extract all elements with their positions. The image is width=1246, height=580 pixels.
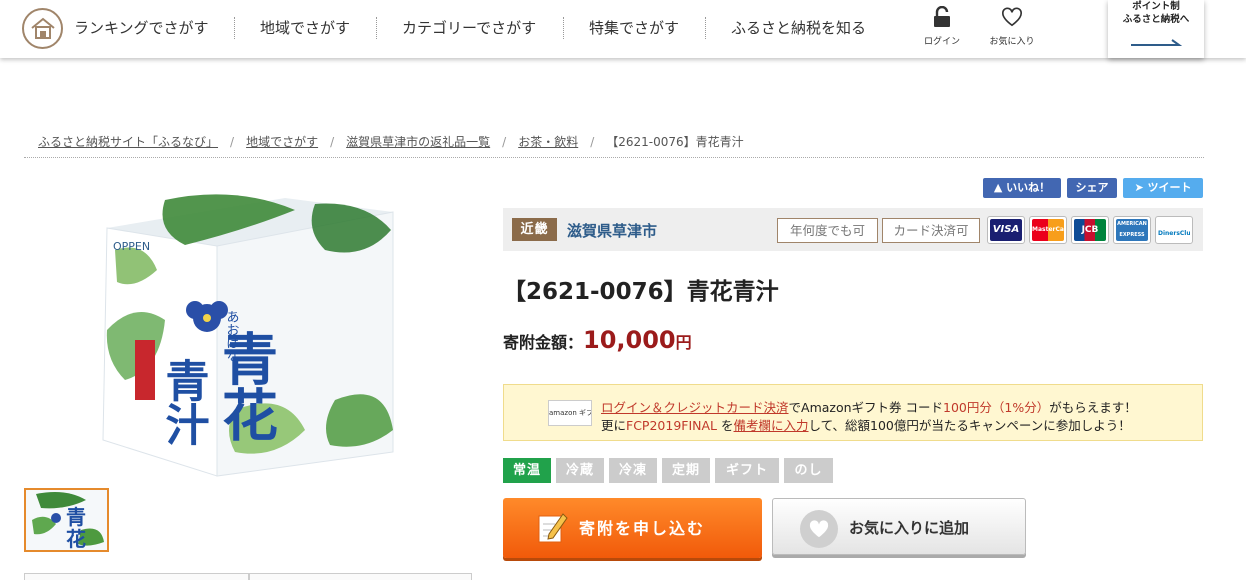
point-line1: ポイント制 [1132, 1, 1180, 12]
region-badge: 近畿 [512, 218, 557, 241]
campaign-text: でAmazonギフト券 コード [788, 400, 944, 415]
nav-category[interactable]: カテゴリーでさがす [402, 0, 536, 58]
login-credit-link[interactable]: ログイン＆クレジットカード決済 [601, 400, 789, 415]
campaign-text: 更に [601, 418, 627, 433]
breadcrumb: ふるさと納税サイト「ふるなび」 / 地域でさがす / 滋賀県草津市の返礼品一覧 / お茶・飲… [24, 132, 1204, 158]
tag-multiple-donation: 年何度でも可 [777, 218, 878, 243]
tag-frozen: 冷凍 [609, 458, 657, 483]
image-brand-text: OPPEN [113, 240, 150, 253]
nav-feature[interactable]: 特集でさがす [589, 0, 679, 58]
remarks-field-link[interactable]: 備考欄に入力 [734, 418, 809, 433]
campaign-text: を [717, 418, 734, 433]
price-unit: 円 [675, 333, 692, 352]
tab-stub-right[interactable] [249, 573, 472, 580]
breadcrumb-link-category[interactable]: お茶・飲料 [518, 135, 578, 149]
product-main-image[interactable]: OPPEN 青花 青汁 あおばな [95, 190, 395, 480]
house-icon [30, 17, 55, 39]
twitter-bird-icon: ➤ [1134, 181, 1144, 194]
login-label: ログイン [923, 37, 960, 47]
diners-club-icon: DinersClub [1155, 216, 1193, 244]
lock-icon [934, 5, 950, 27]
favorite-circle-icon [800, 510, 838, 548]
image-title-text-2: 青汁 [158, 358, 210, 446]
favorites-label: お気に入り [989, 37, 1035, 47]
tag-gift: ギフト [715, 458, 779, 483]
campaign-text: して、総額100億円が当たるキャンペーンに参加しよう！ [808, 418, 1131, 433]
add-favorite-label: お気に入りに追加 [849, 519, 970, 537]
point-line2: ふるさと納税へ [1122, 14, 1190, 25]
pencil-paper-icon [538, 513, 568, 543]
campaign-line-1: ログイン＆クレジットカード決済でAmazonギフト券 コード100円分（1%分）… [601, 397, 1137, 416]
jcb-card-icon: JCB [1071, 216, 1109, 244]
nav-ranking[interactable]: ランキングでさがす [74, 0, 209, 58]
campaign-text: がもらえます！ [1049, 400, 1137, 415]
product-thumbnail[interactable]: 青 花 [24, 488, 109, 552]
point-system-button[interactable]: ポイント制 ふるさと納税へ [1108, 0, 1204, 58]
nav-divider [376, 17, 377, 39]
municipality-link[interactable]: 滋賀県草津市 [567, 220, 657, 241]
breadcrumb-link-municipality[interactable]: 滋賀県草津市の返礼品一覧 [346, 135, 490, 149]
breadcrumb-sep: / [330, 135, 335, 149]
tag-chilled: 冷蔵 [556, 458, 604, 483]
svg-text:青: 青 [66, 505, 86, 529]
donate-apply-label: 寄附を申し込む [579, 519, 706, 538]
breadcrumb-sep: / [590, 135, 595, 149]
amazon-gift-logo: amazon ギフト券 [548, 400, 592, 426]
facebook-share-button[interactable]: シェア [1067, 178, 1117, 198]
mastercard-icon: MasterCard [1029, 216, 1067, 244]
price-value: 10,000 [583, 326, 676, 354]
campaign-code: FCP2019FINAL [626, 418, 718, 433]
donate-apply-button[interactable]: 寄附を申し込む [503, 498, 762, 558]
tweet-label: ツイート [1147, 181, 1192, 194]
tag-noshi: のし [784, 458, 833, 483]
thumbs-up-icon: ▲ [993, 181, 1003, 194]
add-favorite-button[interactable]: お気に入りに追加 [772, 498, 1026, 555]
login-link[interactable]: ログイン [907, 5, 977, 47]
price-label: 寄附金額： [503, 333, 584, 352]
nav-divider [563, 17, 564, 39]
tag-subscription: 定期 [662, 458, 710, 483]
share-label: シェア [1075, 181, 1109, 194]
breadcrumb-link-home[interactable]: ふるさと納税サイト「ふるなび」 [38, 135, 218, 149]
campaign-line-2: 更にFCP2019FINAL を備考欄に入力して、総額100億円が当たるキャンペ… [601, 415, 1131, 434]
site-header: ランキングでさがす 地域でさがす カテゴリーでさがす 特集でさがす ふるさと納税… [0, 0, 1246, 58]
breadcrumb-current: 【2621-0076】青花青汁 [606, 135, 744, 149]
arrow-right-icon [1131, 39, 1182, 46]
breadcrumb-sep: / [230, 135, 235, 149]
campaign-highlight: 100円分（1%分） [943, 400, 1050, 415]
tab-stub-left[interactable] [24, 573, 249, 580]
facebook-like-button[interactable]: ▲ いいね！ [983, 178, 1061, 198]
breadcrumb-sep: / [502, 135, 507, 149]
amex-card-icon: AMERICAN EXPRESS [1113, 216, 1151, 244]
product-title: 【2621-0076】青花青汁 [503, 279, 779, 305]
product-info-bar: 近畿 滋賀県草津市 年何度でも可 カード決済可 VISA MasterCard … [503, 208, 1203, 251]
tweet-button[interactable]: ➤ ツイート [1123, 178, 1203, 198]
visa-card-icon: VISA [987, 216, 1025, 244]
heart-icon [1002, 7, 1022, 27]
favorites-link[interactable]: お気に入り [977, 6, 1047, 47]
heart-icon [809, 520, 829, 538]
campaign-banner: amazon ギフト券 ログイン＆クレジットカード決済でAmazonギフト券 コ… [503, 384, 1203, 441]
nav-divider [234, 17, 235, 39]
site-logo[interactable] [22, 8, 63, 49]
breadcrumb-link-region[interactable]: 地域でさがす [246, 135, 318, 149]
nav-about[interactable]: ふるさと納税を知る [731, 0, 866, 58]
tag-room-temp: 常温 [503, 458, 551, 483]
image-reading-text: あおばな [224, 310, 239, 362]
nav-divider [705, 17, 706, 39]
like-label: いいね！ [1006, 181, 1051, 194]
svg-text:花: 花 [66, 527, 86, 550]
image-title-text: 青花 [213, 330, 278, 442]
donation-amount: 寄附金額：10,000円 [503, 326, 692, 354]
nav-region[interactable]: 地域でさがす [260, 0, 350, 58]
tag-card-payment: カード決済可 [882, 218, 980, 243]
